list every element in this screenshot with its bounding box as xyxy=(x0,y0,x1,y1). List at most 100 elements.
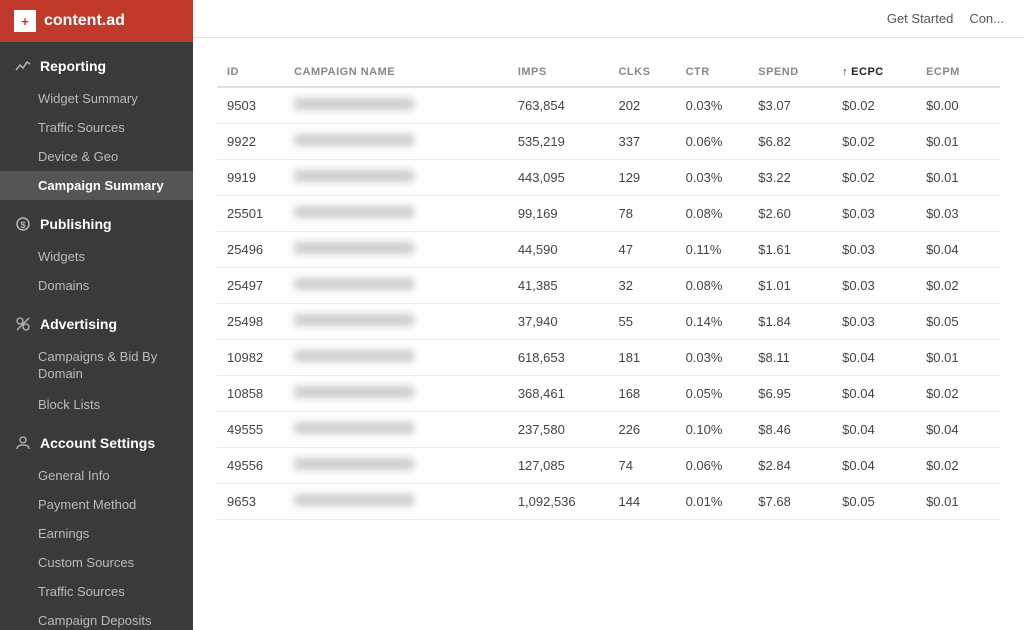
cell-campaign-name xyxy=(284,340,508,376)
cell-clks: 78 xyxy=(608,196,675,232)
cell-campaign-name xyxy=(284,196,508,232)
cell-clks: 337 xyxy=(608,124,675,160)
nav-section-reporting: Reporting Widget Summary Traffic Sources… xyxy=(0,48,193,200)
table-row: 9503 763,854 202 0.03% $3.07 $0.02 $0.00 xyxy=(217,87,1000,124)
cell-ecpm: $0.00 xyxy=(916,87,1000,124)
cell-spend: $1.01 xyxy=(748,268,832,304)
cell-ecpc: $0.05 xyxy=(832,484,916,520)
cell-ecpm: $0.01 xyxy=(916,124,1000,160)
cell-spend: $3.22 xyxy=(748,160,832,196)
col-header-spend[interactable]: SPEND xyxy=(748,58,832,87)
nav-header-advertising-label: Advertising xyxy=(40,316,117,332)
cell-spend: $8.11 xyxy=(748,340,832,376)
sidebar-item-widget-summary[interactable]: Widget Summary xyxy=(0,84,193,113)
cell-ecpm: $0.01 xyxy=(916,484,1000,520)
cell-id: 9919 xyxy=(217,160,284,196)
cell-clks: 181 xyxy=(608,340,675,376)
cell-ctr: 0.05% xyxy=(676,376,749,412)
cell-imps: 763,854 xyxy=(508,87,609,124)
cell-ecpc: $0.04 xyxy=(832,376,916,412)
nav-header-advertising[interactable]: Advertising xyxy=(0,306,193,342)
logo-icon: + xyxy=(14,10,36,32)
col-header-ecpm[interactable]: ECPM xyxy=(916,58,1000,87)
sidebar-item-device-geo[interactable]: Device & Geo xyxy=(0,142,193,171)
cell-id: 9653 xyxy=(217,484,284,520)
sidebar-item-custom-sources[interactable]: Custom Sources xyxy=(0,548,193,577)
cell-id: 10982 xyxy=(217,340,284,376)
cell-campaign-name xyxy=(284,124,508,160)
cell-ctr: 0.03% xyxy=(676,87,749,124)
sidebar-item-earnings[interactable]: Earnings xyxy=(0,519,193,548)
cell-ecpc: $0.03 xyxy=(832,196,916,232)
cell-spend: $2.60 xyxy=(748,196,832,232)
table-row: 10982 618,653 181 0.03% $8.11 $0.04 $0.0… xyxy=(217,340,1000,376)
col-header-ecpc[interactable]: ↑ECPC xyxy=(832,58,916,87)
sidebar-item-widgets[interactable]: Widgets xyxy=(0,242,193,271)
cell-campaign-name xyxy=(284,160,508,196)
cell-ctr: 0.01% xyxy=(676,484,749,520)
cell-campaign-name xyxy=(284,448,508,484)
cell-ecpc: $0.03 xyxy=(832,232,916,268)
cell-clks: 129 xyxy=(608,160,675,196)
cell-id: 25497 xyxy=(217,268,284,304)
col-header-imps[interactable]: IMPS xyxy=(508,58,609,87)
sidebar-item-campaign-summary[interactable]: Campaign Summary xyxy=(0,171,193,200)
chart-icon xyxy=(14,57,32,75)
nav-header-account[interactable]: Account Settings xyxy=(0,425,193,461)
sidebar-item-traffic-sources-acct[interactable]: Traffic Sources xyxy=(0,577,193,606)
cell-id: 25498 xyxy=(217,304,284,340)
cell-imps: 535,219 xyxy=(508,124,609,160)
sidebar-item-general-info[interactable]: General Info xyxy=(0,461,193,490)
cell-ecpc: $0.02 xyxy=(832,160,916,196)
main-content: Get Started Con... ID CAMPAIGN NAME IMPS… xyxy=(193,0,1024,630)
table-row: 49555 237,580 226 0.10% $8.46 $0.04 $0.0… xyxy=(217,412,1000,448)
cell-imps: 618,653 xyxy=(508,340,609,376)
sidebar-item-block-lists[interactable]: Block Lists xyxy=(0,390,193,419)
sidebar-item-traffic-sources[interactable]: Traffic Sources xyxy=(0,113,193,142)
cell-ctr: 0.10% xyxy=(676,412,749,448)
cell-ecpm: $0.02 xyxy=(916,448,1000,484)
col-header-clks[interactable]: CLKS xyxy=(608,58,675,87)
sidebar-item-domains[interactable]: Domains xyxy=(0,271,193,300)
cell-ecpc: $0.04 xyxy=(832,340,916,376)
cell-campaign-name xyxy=(284,376,508,412)
sidebar-item-payment-method[interactable]: Payment Method xyxy=(0,490,193,519)
col-header-ctr[interactable]: CTR xyxy=(676,58,749,87)
cell-imps: 41,385 xyxy=(508,268,609,304)
svg-text:$: $ xyxy=(21,220,26,230)
cell-spend: $2.84 xyxy=(748,448,832,484)
cell-campaign-name xyxy=(284,412,508,448)
nav-header-reporting[interactable]: Reporting xyxy=(0,48,193,84)
logo[interactable]: + content.ad xyxy=(0,0,193,42)
col-header-id[interactable]: ID xyxy=(217,58,284,87)
table-row: 25496 44,590 47 0.11% $1.61 $0.03 $0.04 xyxy=(217,232,1000,268)
cell-id: 10858 xyxy=(217,376,284,412)
cell-ecpm: $0.02 xyxy=(916,268,1000,304)
cell-ecpc: $0.04 xyxy=(832,448,916,484)
table-row: 9653 1,092,536 144 0.01% $7.68 $0.05 $0.… xyxy=(217,484,1000,520)
cell-spend: $1.84 xyxy=(748,304,832,340)
nav-header-publishing[interactable]: $ Publishing xyxy=(0,206,193,242)
cell-ecpm: $0.02 xyxy=(916,376,1000,412)
nav-header-publishing-label: Publishing xyxy=(40,216,112,232)
table-row: 25497 41,385 32 0.08% $1.01 $0.03 $0.02 xyxy=(217,268,1000,304)
sidebar-item-campaign-deposits[interactable]: Campaign Deposits xyxy=(0,606,193,630)
cell-imps: 99,169 xyxy=(508,196,609,232)
tools-icon xyxy=(14,315,32,333)
cell-imps: 1,092,536 xyxy=(508,484,609,520)
cell-imps: 443,095 xyxy=(508,160,609,196)
get-started-link[interactable]: Get Started xyxy=(887,11,953,26)
sidebar-item-campaigns-bid[interactable]: Campaigns & Bid By Domain xyxy=(0,342,193,390)
cell-ecpc: $0.02 xyxy=(832,124,916,160)
topbar: Get Started Con... xyxy=(193,0,1024,38)
logo-text: content.ad xyxy=(44,12,125,30)
cell-ctr: 0.03% xyxy=(676,340,749,376)
nav-header-account-label: Account Settings xyxy=(40,435,155,451)
cell-imps: 127,085 xyxy=(508,448,609,484)
cell-imps: 368,461 xyxy=(508,376,609,412)
cell-ctr: 0.06% xyxy=(676,124,749,160)
col-header-campaign-name[interactable]: CAMPAIGN NAME xyxy=(284,58,508,87)
cell-imps: 237,580 xyxy=(508,412,609,448)
cell-clks: 74 xyxy=(608,448,675,484)
con-link[interactable]: Con... xyxy=(969,11,1004,26)
